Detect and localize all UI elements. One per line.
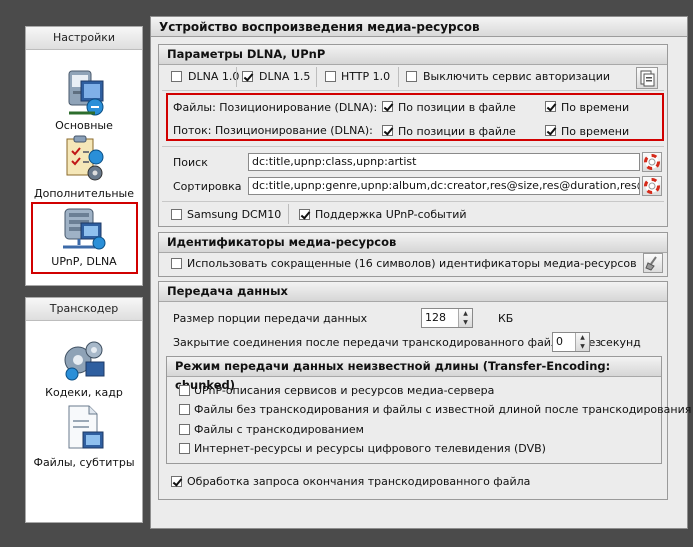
stepper-arrows-icon[interactable]: ▲ ▼ bbox=[575, 333, 589, 351]
disable-auth-checkbox[interactable] bbox=[406, 71, 417, 82]
media-ids-header: Идентификаторы медиа-ресурсов bbox=[159, 233, 667, 253]
stream-by-time-label: По времени bbox=[561, 125, 630, 138]
samsung-dcm10-label: Samsung DCM10 bbox=[187, 208, 282, 221]
nav-item-codecs[interactable]: Кодеки, кадр bbox=[26, 338, 142, 399]
nav-item-advanced[interactable]: Дополнительные bbox=[26, 135, 142, 200]
disable-auth-label: Выключить сервис авторизации bbox=[423, 70, 611, 83]
nav-item-basic[interactable]: Основные bbox=[26, 67, 142, 132]
divider bbox=[398, 67, 399, 87]
files-seek-label: Файлы: Позиционирование (DLNA): bbox=[173, 101, 378, 114]
divider bbox=[288, 204, 289, 224]
search-input[interactable]: dc:title,upnp:class,upnp:artist bbox=[248, 153, 640, 171]
unknown-length-header: Режим передачи данных неизвестной длины … bbox=[167, 357, 661, 392]
upnp-events-checkbox[interactable] bbox=[299, 209, 310, 220]
divider bbox=[162, 201, 664, 202]
chunked-known-files-label: Файлы без транскодирования и файлы с изв… bbox=[194, 403, 692, 416]
nav-item-files-subtitles[interactable]: Файлы, субтитры bbox=[26, 404, 142, 469]
dlna15-label: DLNA 1.5 bbox=[259, 70, 311, 83]
close-connection-value: 0 bbox=[556, 335, 563, 348]
upnp-dlna-icon bbox=[63, 208, 106, 250]
nav-item-basic-label: Основные bbox=[55, 119, 113, 132]
files-by-time-label: По времени bbox=[561, 101, 630, 114]
chunk-size-stepper[interactable]: 128 ▲ ▼ bbox=[421, 308, 473, 328]
nav-item-upnp-dlna-label: UPnP, DLNA bbox=[51, 255, 117, 268]
sort-label: Сортировка bbox=[173, 180, 242, 193]
media-ids-group: Идентификаторы медиа-ресурсов bbox=[158, 232, 668, 277]
broom-icon bbox=[645, 256, 657, 271]
document-list-icon bbox=[640, 70, 655, 87]
auth-settings-button[interactable] bbox=[636, 67, 658, 89]
chunked-transcoded-checkbox[interactable] bbox=[179, 424, 190, 435]
nav-item-codecs-label: Кодеки, кадр bbox=[45, 386, 123, 399]
chunked-internet-dvb-label: Интернет-ресурсы и ресурсы цифрового тел… bbox=[194, 442, 546, 455]
settings-nav-header: Настройки bbox=[26, 27, 142, 50]
divider bbox=[236, 67, 237, 87]
settings-nav-panel: Настройки Основные Дополнительные UPnP, … bbox=[25, 26, 143, 286]
divider bbox=[162, 146, 664, 147]
nav-item-upnp-dlna[interactable]: UPnP, DLNA bbox=[26, 207, 142, 268]
upnp-events-label: Поддержка UPnP-событий bbox=[315, 208, 467, 221]
transcoder-nav-panel: Транскодер Кодеки, кадр Файлы, субтитры bbox=[25, 297, 143, 523]
chunked-internet-dvb-checkbox[interactable] bbox=[179, 443, 190, 454]
stream-by-position-checkbox[interactable] bbox=[382, 125, 393, 136]
chunked-upnp-checkbox[interactable] bbox=[179, 385, 190, 396]
divider bbox=[316, 67, 317, 87]
files-by-position-checkbox[interactable] bbox=[382, 101, 393, 112]
advanced-settings-icon bbox=[66, 135, 104, 181]
dlna-params-header: Параметры DLNA, UPnP bbox=[159, 45, 667, 65]
close-connection-unit: секунд bbox=[600, 336, 641, 349]
divider bbox=[162, 90, 664, 91]
sort-input[interactable]: dc:title,upnp:genre,upnp:album,dc:creato… bbox=[248, 177, 640, 195]
dlna10-checkbox[interactable] bbox=[171, 71, 182, 82]
short-ids-label: Использовать сокращенные (16 символов) и… bbox=[187, 257, 637, 270]
lifebuoy-icon bbox=[644, 178, 660, 194]
stream-by-time-checkbox[interactable] bbox=[545, 125, 556, 136]
search-reset-button[interactable] bbox=[642, 152, 662, 172]
http10-checkbox[interactable] bbox=[325, 71, 336, 82]
close-connection-label: Закрытие соединения после передачи транс… bbox=[173, 336, 602, 349]
chunked-transcoded-label: Файлы с транскодированием bbox=[194, 423, 364, 436]
chunk-size-label: Размер порции передачи данных bbox=[173, 312, 368, 325]
files-by-time-checkbox[interactable] bbox=[545, 101, 556, 112]
lifebuoy-icon bbox=[644, 154, 660, 170]
nav-item-files-subtitles-label: Файлы, субтитры bbox=[33, 456, 135, 469]
samsung-dcm10-checkbox[interactable] bbox=[171, 209, 182, 220]
codecs-icon bbox=[64, 341, 105, 381]
dlna15-checkbox[interactable] bbox=[242, 71, 253, 82]
basic-settings-icon bbox=[68, 70, 104, 116]
http10-label: HTTP 1.0 bbox=[341, 70, 391, 83]
files-subtitles-icon bbox=[68, 405, 104, 449]
chunk-size-unit: КБ bbox=[498, 312, 514, 325]
short-ids-checkbox[interactable] bbox=[171, 258, 182, 269]
end-request-label: Обработка запроса окончания транскодиров… bbox=[187, 475, 531, 488]
close-connection-stepper[interactable]: 0 ▲ ▼ bbox=[552, 332, 590, 352]
stream-seek-label: Поток: Позиционирование (DLNA): bbox=[173, 124, 373, 137]
chunk-size-value: 128 bbox=[425, 311, 446, 324]
chunked-known-files-checkbox[interactable] bbox=[179, 404, 190, 415]
short-ids-action-button[interactable] bbox=[643, 253, 663, 273]
sort-reset-button[interactable] bbox=[642, 176, 662, 196]
transcoder-nav-header: Транскодер bbox=[26, 298, 142, 321]
dlna10-label: DLNA 1.0 bbox=[188, 70, 240, 83]
nav-item-advanced-label: Дополнительные bbox=[34, 187, 134, 200]
page-title: Устройство воспроизведения медиа-ресурсо… bbox=[151, 17, 687, 37]
search-label: Поиск bbox=[173, 156, 208, 169]
stream-by-position-label: По позиции в файле bbox=[398, 125, 516, 138]
end-request-checkbox[interactable] bbox=[171, 476, 182, 487]
files-by-position-label: По позиции в файле bbox=[398, 101, 516, 114]
stepper-arrows-icon[interactable]: ▲ ▼ bbox=[458, 309, 472, 327]
transfer-header: Передача данных bbox=[159, 282, 667, 302]
chunked-upnp-label: UPnP-описания сервисов и ресурсов медиа-… bbox=[194, 384, 495, 397]
